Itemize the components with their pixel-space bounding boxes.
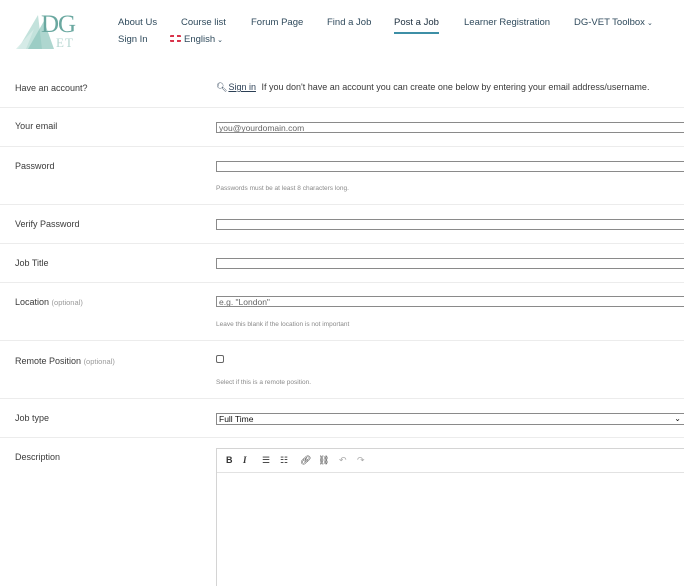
nav-course-list[interactable]: Course list	[181, 17, 226, 28]
account-message: 🔍︎Sign in If you don't have an account y…	[216, 82, 649, 93]
site-header: DG ET About Us Course list Forum Page Fi…	[0, 0, 684, 60]
chevron-down-icon: ⌄	[674, 414, 681, 423]
password-label: Password	[15, 161, 55, 171]
email-label: Your email	[15, 121, 58, 131]
remote-label: Remote Position (optional)	[15, 356, 115, 366]
verify-password-label: Verify Password	[15, 219, 80, 229]
uk-flag-icon	[170, 35, 181, 42]
nav-about-us[interactable]: About Us	[118, 17, 157, 28]
undo-icon[interactable]: ↶	[339, 455, 347, 466]
site-logo[interactable]: DG ET	[14, 9, 84, 51]
verify-password-row: Verify Password	[0, 205, 684, 244]
nav-dg-vet-toolbox-label: DG-VET Toolbox	[574, 17, 645, 28]
password-field[interactable]	[216, 161, 684, 172]
description-editor: B I ☰ ☷ 🔗︎ ⛓︎ ↶ ↷	[216, 448, 684, 586]
nav-forum-page[interactable]: Forum Page	[251, 17, 303, 28]
chevron-down-icon: ⌄	[217, 37, 224, 44]
remote-optional-tag: (optional)	[83, 357, 115, 366]
nav-dg-vet-toolbox[interactable]: DG-VET Toolbox ⌄	[574, 17, 653, 28]
nav-sign-in[interactable]: Sign In	[118, 34, 148, 45]
location-optional-tag: (optional)	[51, 298, 83, 307]
account-help-text: If you don't have an account you can cre…	[261, 82, 650, 92]
account-label: Have an account?	[15, 83, 88, 93]
description-label: Description	[15, 452, 61, 462]
remote-row: Remote Position (optional) Select if thi…	[0, 341, 684, 399]
location-label-text: Location	[15, 297, 50, 307]
email-row: Your email	[0, 108, 684, 147]
location-label: Location (optional)	[15, 297, 83, 307]
link-icon[interactable]: 🔗︎	[300, 455, 311, 466]
password-row: Password Passwords must be at least 8 ch…	[0, 147, 684, 205]
nav-find-a-job[interactable]: Find a Job	[327, 17, 371, 28]
remote-label-text: Remote Position	[15, 356, 82, 366]
editor-content-area[interactable]	[217, 474, 684, 586]
verify-password-field[interactable]	[216, 219, 684, 230]
sign-in-link[interactable]: Sign in	[228, 82, 256, 92]
job-title-row: Job Title	[0, 244, 684, 283]
key-icon: 🔍︎	[216, 82, 228, 92]
remote-checkbox[interactable]	[216, 355, 224, 363]
job-type-select[interactable]: Full Time ⌄	[216, 413, 684, 425]
description-row: Description B I ☰ ☷ 🔗︎ ⛓︎ ↶ ↷	[0, 438, 684, 586]
location-row: Location (optional) Leave this blank if …	[0, 283, 684, 341]
language-selector[interactable]: English ⌄	[170, 34, 223, 45]
bold-button[interactable]: B	[226, 455, 233, 465]
job-type-row: Job type Full Time ⌄	[0, 399, 684, 438]
email-field[interactable]	[216, 122, 684, 133]
italic-button[interactable]: I	[243, 455, 247, 465]
editor-toolbar: B I ☰ ☷ 🔗︎ ⛓︎ ↶ ↷	[217, 449, 684, 473]
numbered-list-icon[interactable]: ☷	[280, 455, 288, 466]
remote-hint: Select if this is a remote position.	[216, 379, 312, 386]
password-hint: Passwords must be at least 8 characters …	[216, 185, 349, 192]
logo-text-bottom: ET	[56, 35, 74, 50]
location-field[interactable]	[216, 296, 684, 307]
chevron-down-icon: ⌄	[646, 20, 653, 27]
job-type-label: Job type	[15, 413, 50, 423]
location-hint: Leave this blank if the location is not …	[216, 321, 350, 328]
job-title-label: Job Title	[15, 258, 49, 268]
language-label: English	[184, 34, 216, 45]
bulleted-list-icon[interactable]: ☰	[262, 455, 270, 466]
job-title-field[interactable]	[216, 258, 684, 269]
nav-post-a-job[interactable]: Post a Job	[394, 17, 439, 34]
redo-icon[interactable]: ↷	[357, 455, 365, 466]
nav-learner-registration[interactable]: Learner Registration	[464, 17, 550, 28]
job-type-selected: Full Time	[219, 414, 254, 424]
account-row: Have an account? 🔍︎Sign in If you don't …	[0, 68, 684, 108]
unlink-icon[interactable]: ⛓︎	[318, 455, 329, 466]
